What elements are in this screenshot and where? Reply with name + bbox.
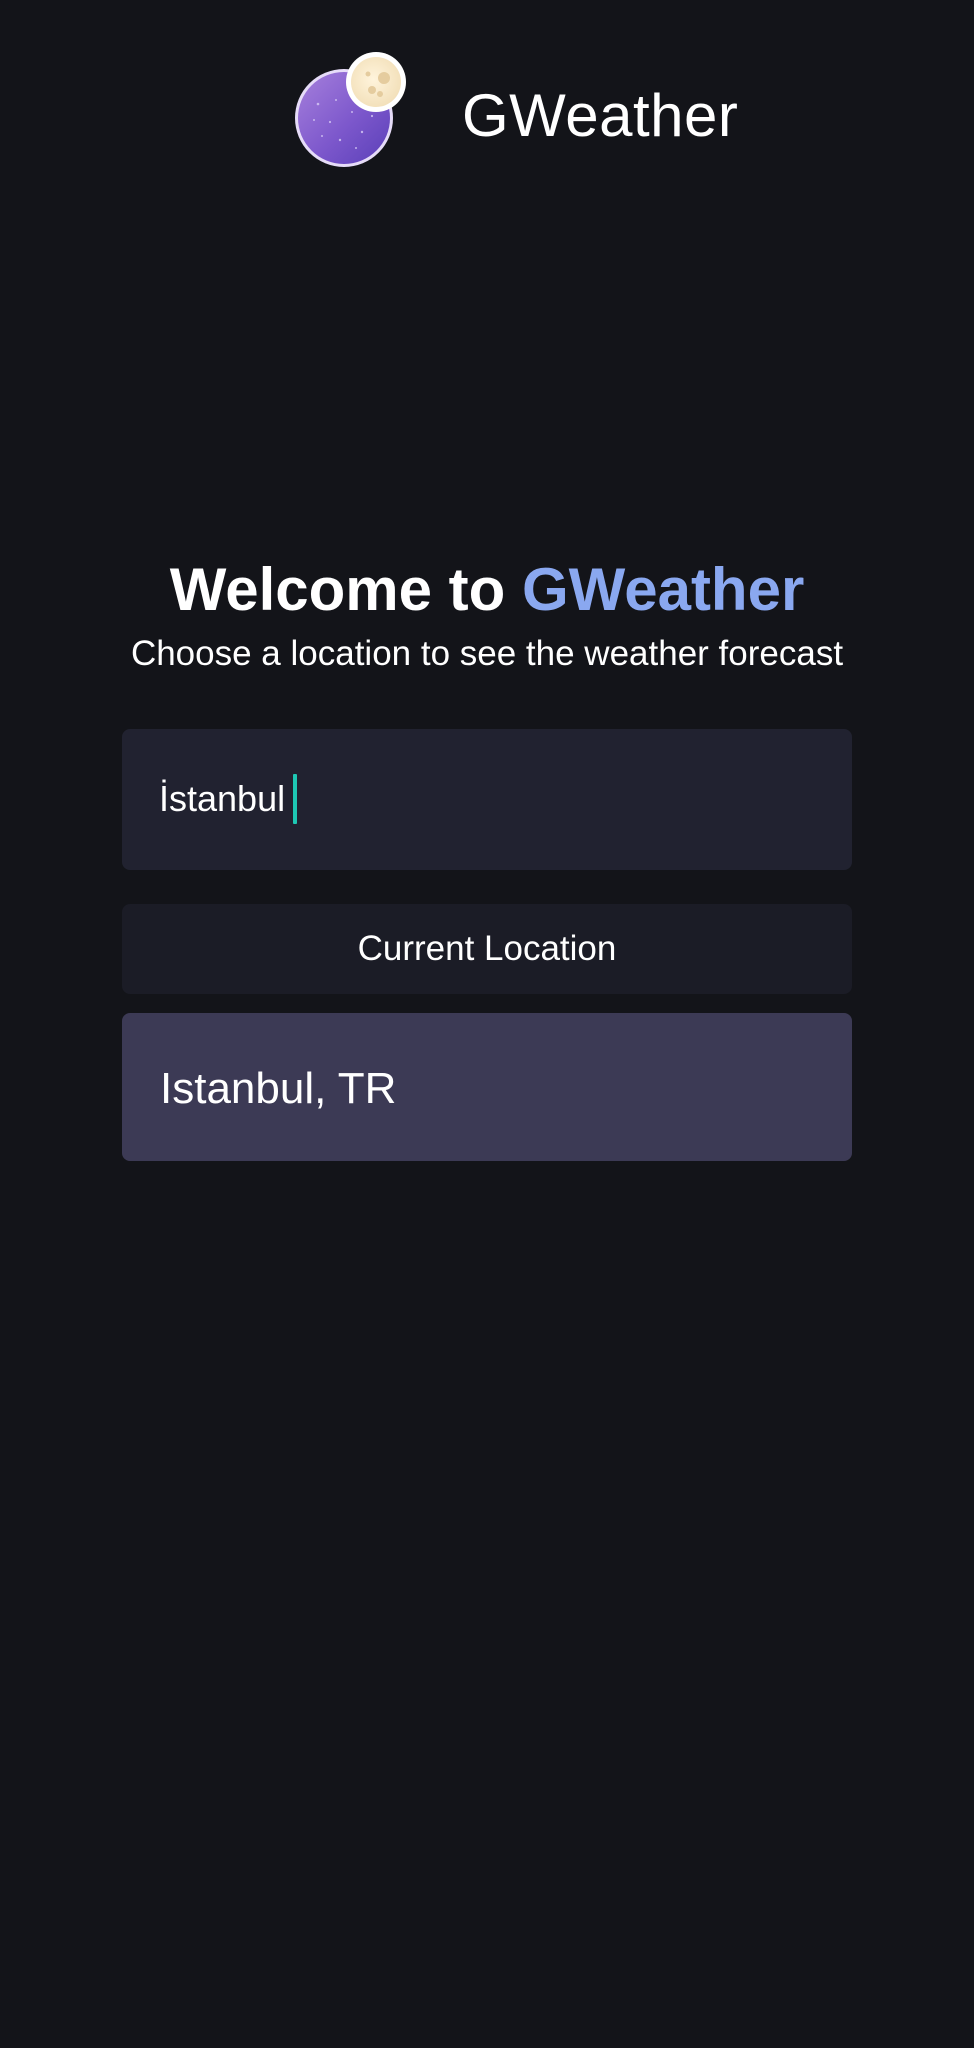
welcome-title-prefix: Welcome to xyxy=(169,556,522,623)
search-input-text-row[interactable]: İstanbul xyxy=(159,773,298,825)
welcome-title-app-name: GWeather xyxy=(521,556,805,623)
search-result-item[interactable]: Istanbul, TR xyxy=(122,1013,852,1161)
welcome-section: Welcome to GWeather Choose a location to… xyxy=(0,552,974,678)
moon-globe-logo-icon xyxy=(292,52,410,170)
welcome-subtitle: Choose a location to see the weather for… xyxy=(130,634,844,673)
welcome-title: Welcome to GWeather xyxy=(0,552,974,628)
location-search-input[interactable]: İstanbul xyxy=(122,729,852,870)
app-header: GWeather xyxy=(0,0,974,240)
current-location-button[interactable]: Current Location xyxy=(122,904,852,994)
text-cursor xyxy=(293,774,298,824)
search-input-value[interactable]: İstanbul xyxy=(159,773,285,825)
app-title: GWeather xyxy=(462,82,739,149)
search-result-label[interactable]: Istanbul, TR xyxy=(160,1061,396,1117)
